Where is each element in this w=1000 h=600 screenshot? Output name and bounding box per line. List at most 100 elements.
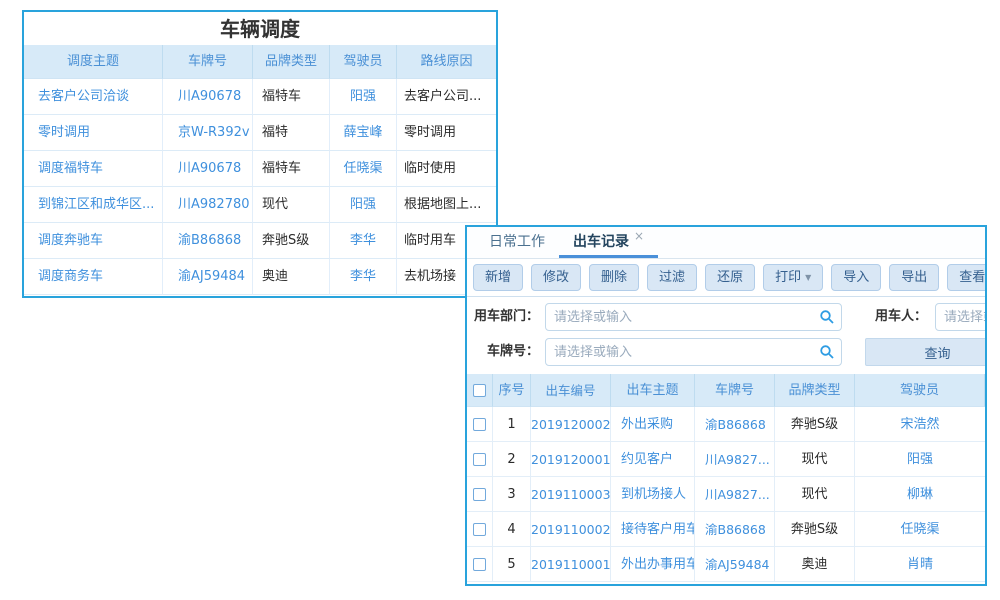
subject-link[interactable]: 外出采购: [611, 407, 695, 442]
plate-link[interactable]: 京W-R392v: [163, 115, 253, 151]
reason-cell: 零时调用: [397, 115, 496, 151]
driver-link[interactable]: 阳强: [330, 187, 397, 223]
brand-cell: 福特: [253, 115, 330, 151]
column-header-code: 出车编号: [531, 374, 611, 407]
subject-link[interactable]: 接待客户用车: [611, 512, 695, 547]
dept-input[interactable]: [545, 303, 842, 331]
plate-link[interactable]: 渝B86868: [695, 407, 775, 442]
table-row: 调度商务车 渝AJ59484 奥迪 李华 去机场接: [24, 259, 496, 295]
table-row: 调度福特车 川A90678 福特车 任晓渠 临时使用: [24, 151, 496, 187]
brand-cell: 奔驰S级: [775, 512, 855, 547]
search-icon[interactable]: [819, 344, 835, 360]
subject-link[interactable]: 约见客户: [611, 442, 695, 477]
table-row: 到锦江区和成华区... 川A982780 现代 阳强 根据地图上...: [24, 187, 496, 223]
subject-link[interactable]: 调度商务车: [24, 259, 163, 295]
no-cell: 3: [493, 477, 531, 512]
no-cell: 4: [493, 512, 531, 547]
subject-link[interactable]: 外出办事用车: [611, 547, 695, 582]
subject-link[interactable]: 调度奔驰车: [24, 223, 163, 259]
driver-link[interactable]: 柳琳: [855, 477, 985, 512]
brand-cell: 现代: [775, 442, 855, 477]
dispatch-table: 调度主题 车牌号 品牌类型 驾驶员 路线原因 去客户公司洽谈 川A90678 福…: [24, 45, 496, 295]
add-button[interactable]: 新增: [473, 264, 523, 292]
column-header-subject: 调度主题: [24, 45, 163, 79]
subject-link[interactable]: 调度福特车: [24, 151, 163, 187]
plate-link[interactable]: 川A9827...: [695, 477, 775, 512]
row-checkbox[interactable]: [473, 558, 486, 571]
row-checkbox[interactable]: [473, 488, 486, 501]
plate-label: 车牌号：: [467, 338, 539, 366]
row-checkbox[interactable]: [473, 523, 486, 536]
plate-link[interactable]: 渝AJ59484: [163, 259, 253, 295]
code-link[interactable]: 2019110001: [531, 547, 611, 582]
checkbox-cell: [467, 477, 493, 512]
driver-link[interactable]: 李华: [330, 259, 397, 295]
subject-link[interactable]: 零时调用: [24, 115, 163, 151]
edit-button[interactable]: 修改: [531, 264, 581, 292]
delete-button[interactable]: 删除: [589, 264, 639, 292]
driver-link[interactable]: 李华: [330, 223, 397, 259]
select-all-checkbox[interactable]: [473, 384, 486, 397]
plate-link[interactable]: 川A982780: [163, 187, 253, 223]
driver-link[interactable]: 阳强: [330, 79, 397, 115]
header-checkbox-cell: [467, 374, 493, 407]
query-button[interactable]: 查询: [865, 338, 987, 366]
plate-link[interactable]: 川A90678: [163, 151, 253, 187]
driver-link[interactable]: 任晓渠: [330, 151, 397, 187]
code-link[interactable]: 2019120002: [531, 407, 611, 442]
plate-link[interactable]: 渝B86868: [163, 223, 253, 259]
driver-link[interactable]: 肖晴: [855, 547, 985, 582]
reason-cell: 去客户公司...: [397, 79, 496, 115]
close-icon[interactable]: ×: [634, 229, 644, 243]
chevron-down-icon: ▼: [805, 273, 811, 282]
subject-link[interactable]: 到锦江区和成华区...: [24, 187, 163, 223]
brand-cell: 奔驰S级: [775, 407, 855, 442]
export-button[interactable]: 导出: [889, 264, 939, 292]
dept-label: 用车部门：: [467, 303, 539, 331]
plate-link[interactable]: 渝B86868: [695, 512, 775, 547]
driver-link[interactable]: 任晓渠: [855, 512, 985, 547]
table-row: 2 2019120001 约见客户 川A9827... 现代 阳强: [467, 442, 985, 477]
checkbox-cell: [467, 547, 493, 582]
user-input[interactable]: [935, 303, 987, 331]
column-header-plate: 车牌号: [163, 45, 253, 79]
user-label: 用车人：: [862, 303, 927, 331]
checkbox-cell: [467, 407, 493, 442]
tab-trip-record[interactable]: 出车记录×: [559, 227, 658, 258]
column-header-brand: 品牌类型: [775, 374, 855, 407]
brand-cell: 现代: [253, 187, 330, 223]
view-log-button[interactable]: 查看日志: [947, 264, 987, 292]
column-header-brand: 品牌类型: [253, 45, 330, 79]
code-link[interactable]: 2019110003: [531, 477, 611, 512]
plate-link[interactable]: 川A9827...: [695, 442, 775, 477]
plate-link[interactable]: 渝AJ59484: [695, 547, 775, 582]
search-icon[interactable]: [819, 309, 835, 325]
panel-title: 车辆调度: [24, 12, 496, 45]
row-checkbox[interactable]: [473, 453, 486, 466]
no-cell: 1: [493, 407, 531, 442]
column-header-reason: 路线原因: [397, 45, 496, 79]
table-row: 5 2019110001 外出办事用车 渝AJ59484 奥迪 肖晴: [467, 547, 985, 582]
brand-cell: 现代: [775, 477, 855, 512]
checkbox-cell: [467, 442, 493, 477]
subject-link[interactable]: 到机场接人: [611, 477, 695, 512]
plate-input[interactable]: [545, 338, 842, 366]
code-link[interactable]: 2019110002: [531, 512, 611, 547]
tab-daily-work[interactable]: 日常工作: [475, 227, 559, 258]
row-checkbox[interactable]: [473, 418, 486, 431]
print-dropdown-button[interactable]: 打印▼: [763, 264, 823, 292]
code-link[interactable]: 2019120001: [531, 442, 611, 477]
driver-link[interactable]: 薛宝峰: [330, 115, 397, 151]
subject-link[interactable]: 去客户公司洽谈: [24, 79, 163, 115]
plate-link[interactable]: 川A90678: [163, 79, 253, 115]
filter-button[interactable]: 过滤: [647, 264, 697, 292]
import-button[interactable]: 导入: [831, 264, 881, 292]
table-row: 1 2019120002 外出采购 渝B86868 奔驰S级 宋浩然: [467, 407, 985, 442]
column-header-driver: 驾驶员: [855, 374, 985, 407]
restore-button[interactable]: 还原: [705, 264, 755, 292]
no-cell: 5: [493, 547, 531, 582]
driver-link[interactable]: 宋浩然: [855, 407, 985, 442]
search-form: 用车部门： 用车人： 车牌号： 查询: [467, 297, 985, 374]
driver-link[interactable]: 阳强: [855, 442, 985, 477]
table-row: 调度奔驰车 渝B86868 奔驰S级 李华 临时用车: [24, 223, 496, 259]
